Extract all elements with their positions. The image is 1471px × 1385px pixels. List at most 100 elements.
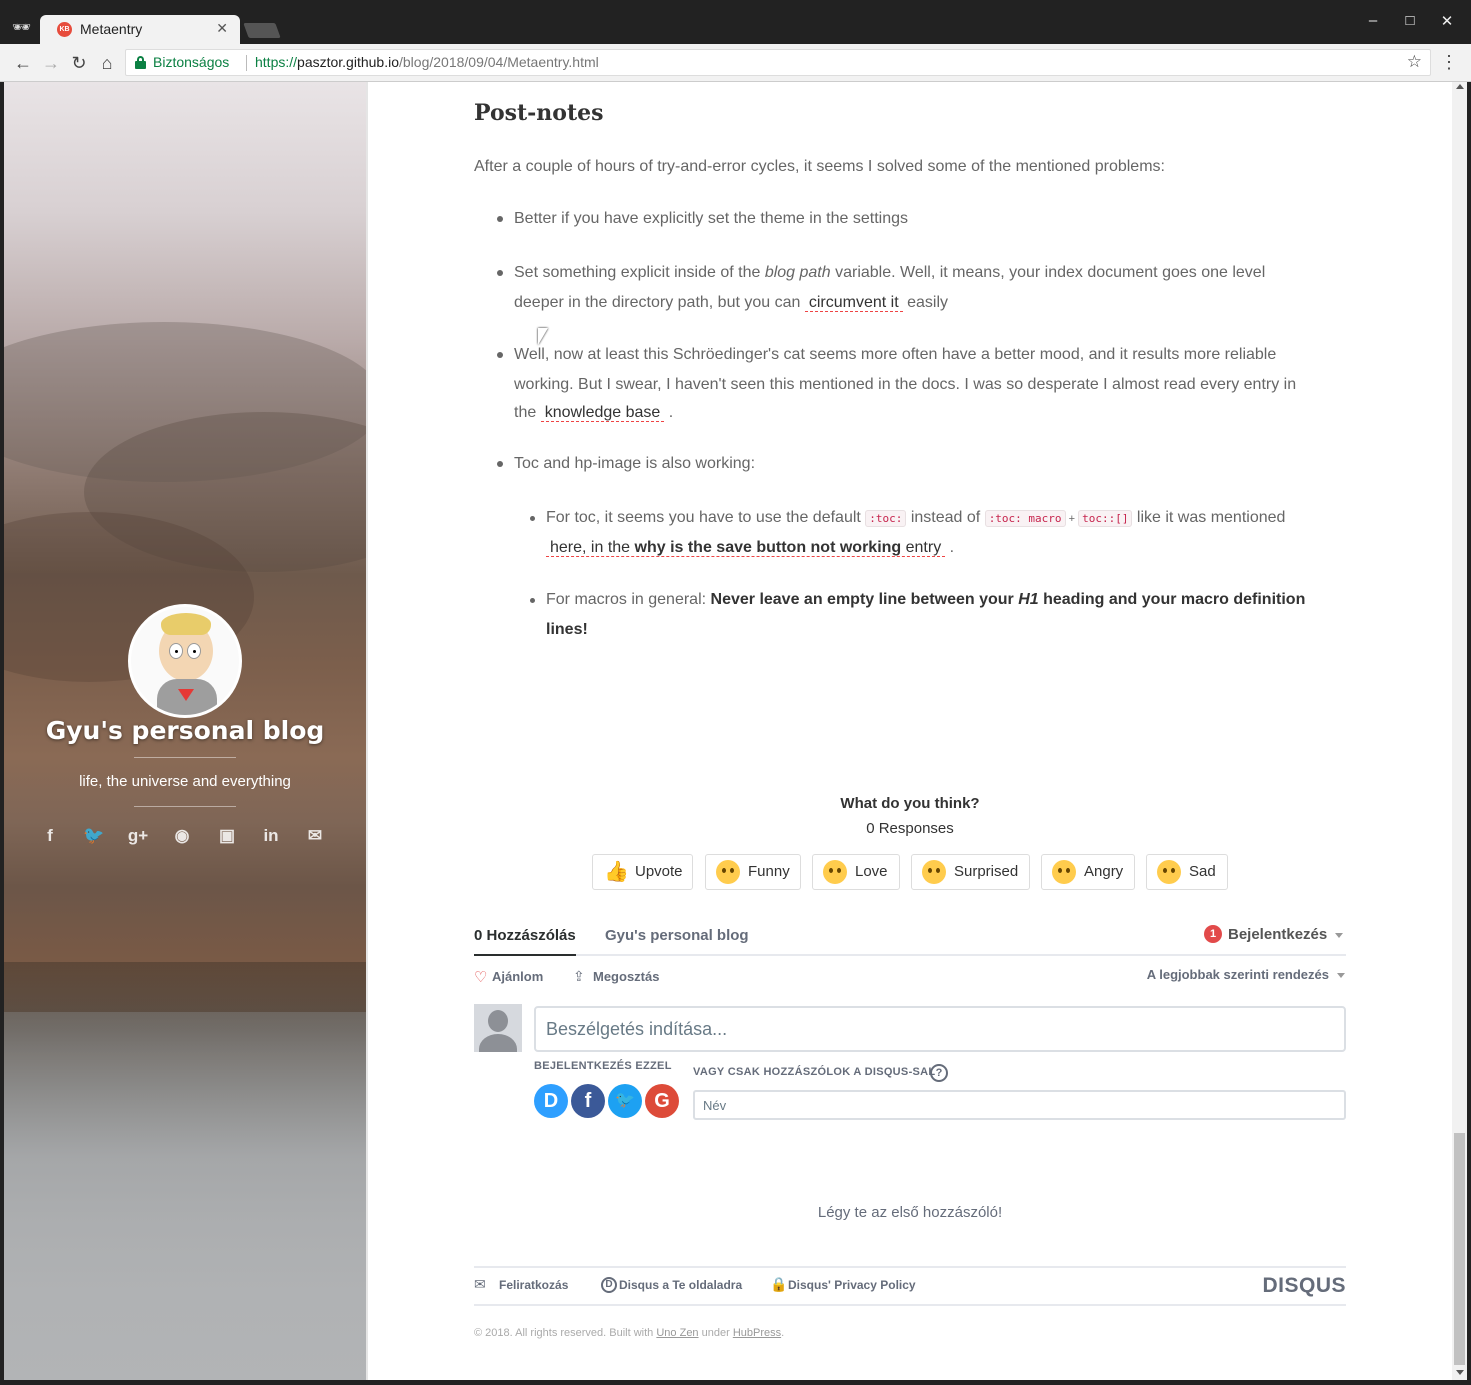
sub-list-item-continuation: lines!	[546, 621, 588, 638]
love-emoji-icon	[823, 860, 847, 884]
disqus-d-icon: D	[601, 1277, 617, 1293]
list-item: Set something explicit inside of the blo…	[514, 264, 1266, 281]
copyright-text: © 2018. All rights reserved. Built with …	[474, 1327, 785, 1339]
minimize-icon[interactable]: –	[1363, 12, 1383, 32]
list-item: Well, now at least this Schröedinger's c…	[514, 346, 1277, 363]
twitter-login-icon[interactable]: 🐦	[608, 1084, 642, 1118]
surprised-emoji-icon	[922, 860, 946, 884]
security-label: Biztonságos	[153, 54, 230, 70]
active-tab-indicator	[474, 954, 576, 956]
reaction-angry-button[interactable]: Angry	[1041, 854, 1135, 890]
divider	[134, 806, 236, 807]
facebook-login-icon[interactable]: f	[571, 1084, 605, 1118]
facebook-icon[interactable]: f	[39, 826, 61, 846]
scrollbar-thumb[interactable]	[1454, 1133, 1465, 1365]
intro-paragraph: After a couple of hours of try-and-error…	[474, 158, 1165, 175]
github-icon[interactable]: ◉	[171, 826, 193, 846]
reaction-surprised-button[interactable]: Surprised	[911, 854, 1030, 890]
email-icon[interactable]: ✉	[304, 826, 326, 846]
comment-input[interactable]: Beszélgetés indítása...	[534, 1006, 1346, 1052]
subscribe-link[interactable]: Feliratkozás	[499, 1278, 568, 1292]
mouse-cursor-icon	[538, 328, 548, 345]
notification-badge[interactable]: 1	[1204, 925, 1222, 943]
close-tab-icon[interactable]: ✕	[216, 20, 228, 37]
window-frame	[0, 1380, 1471, 1385]
window-frame	[0, 82, 4, 1385]
recommend-button[interactable]: Ajánlom	[492, 969, 543, 984]
blog-title[interactable]: Gyu's personal blog	[4, 716, 366, 745]
blog-tagline: life, the universe and everything	[79, 773, 291, 790]
login-with-label: BEJELENTKEZÉS EZZEL	[534, 1060, 672, 1072]
new-tab-button[interactable]	[243, 23, 281, 38]
bookmark-star-icon[interactable]: ☆	[1407, 52, 1422, 72]
thumbs-up-icon: 👍	[604, 861, 629, 883]
reload-icon[interactable]: ↻	[68, 52, 90, 74]
scroll-up-icon[interactable]	[1456, 84, 1464, 89]
linkedin-icon[interactable]: in	[260, 826, 282, 846]
sub-list-item: For macros in general: Never leave an em…	[546, 591, 1306, 608]
list-item: Better if you have explicitly set the th…	[514, 210, 908, 227]
section-heading: Post-notes	[474, 100, 604, 126]
close-window-icon[interactable]: ✕	[1437, 12, 1457, 32]
list-bullet	[530, 516, 535, 521]
reaction-sad-button[interactable]: Sad	[1146, 854, 1228, 890]
scrollbar[interactable]	[1452, 82, 1467, 1380]
twitter-icon[interactable]: 🐦	[83, 826, 105, 846]
disqus-logo[interactable]: DISQUS	[1262, 1274, 1346, 1298]
list-bullet	[497, 461, 503, 467]
sort-dropdown[interactable]: A legjobbak szerinti rendezés	[1147, 967, 1345, 982]
user-avatar	[474, 1004, 522, 1052]
add-disqus-link[interactable]: Disqus a Te oldaladra	[619, 1278, 742, 1292]
disqus-login-icon[interactable]: D	[534, 1084, 568, 1118]
heart-icon[interactable]: ♡	[474, 968, 487, 986]
incognito-icon: 🕶	[12, 19, 32, 36]
circumvent-link[interactable]: circumvent it	[804, 294, 903, 312]
scroll-down-icon[interactable]	[1456, 1370, 1464, 1375]
lock-icon	[135, 56, 146, 69]
disqus-tabs: 0 Hozzászólás Gyu's personal blog 1 Beje…	[474, 925, 1346, 956]
browser-menu-icon[interactable]: ⋮	[1440, 52, 1458, 73]
browser-titlebar: 🕶 KB Metaentry ✕ – □ ✕	[0, 0, 1471, 44]
forward-icon[interactable]: →	[40, 52, 62, 74]
platform-link[interactable]: HubPress	[733, 1327, 781, 1339]
divider	[134, 757, 236, 758]
funny-emoji-icon	[716, 860, 740, 884]
tab-comments[interactable]: 0 Hozzászólás	[474, 927, 576, 944]
inline-code: toc::[]	[1078, 510, 1133, 527]
login-dropdown[interactable]: Bejelentkezés	[1228, 926, 1344, 943]
reaction-upvote-button[interactable]: 👍 Upvote	[592, 854, 693, 890]
reactions-count: 0 Responses	[866, 820, 954, 837]
main-content: Post-notes After a couple of hours of tr…	[366, 82, 1452, 1380]
instagram-icon[interactable]: ▣	[216, 826, 238, 846]
reaction-love-button[interactable]: Love	[812, 854, 900, 890]
sub-list-item-continuation: here, in the why is the save button not …	[546, 533, 954, 563]
home-icon[interactable]: ⌂	[96, 52, 118, 74]
google-plus-icon[interactable]: g+	[127, 826, 149, 846]
privacy-policy-link[interactable]: Disqus' Privacy Policy	[788, 1278, 916, 1292]
share-icon[interactable]: ⇪	[573, 968, 585, 985]
url-text[interactable]: https://pasztor.github.io/blog/2018/09/0…	[255, 54, 599, 70]
list-item-continuation: deeper in the directory path, but you ca…	[514, 294, 949, 312]
tab-community[interactable]: Gyu's personal blog	[605, 927, 749, 944]
back-icon[interactable]: ←	[12, 52, 34, 74]
share-button[interactable]: Megosztás	[593, 969, 659, 984]
knowledge-base-link[interactable]: knowledge base	[540, 404, 665, 422]
save-button-entry-link[interactable]: here, in the why is the save button not …	[546, 539, 946, 557]
theme-link[interactable]: Uno Zen	[656, 1327, 698, 1339]
help-icon[interactable]: ?	[930, 1064, 948, 1082]
sub-list-item: For toc, it seems you have to use the de…	[546, 509, 1286, 527]
list-bullet	[497, 352, 503, 358]
reactions-question: What do you think?	[840, 795, 980, 812]
inline-code: :toc: macro	[984, 510, 1066, 527]
divider	[246, 55, 247, 71]
empty-comments-message: Légy te az első hozzászóló!	[817, 1204, 1003, 1221]
browser-tab[interactable]: KB Metaentry ✕	[40, 15, 240, 44]
name-field[interactable]: Név	[693, 1090, 1346, 1120]
author-avatar[interactable]	[128, 604, 242, 718]
maximize-icon[interactable]: □	[1400, 12, 1420, 32]
reaction-funny-button[interactable]: Funny	[705, 854, 801, 890]
google-login-icon[interactable]: G	[645, 1084, 679, 1118]
list-item-continuation: working. But I swear, I haven't seen thi…	[514, 376, 1297, 393]
inline-code: :toc:	[865, 510, 907, 527]
address-bar[interactable]: Biztonságos https://pasztor.github.io/bl…	[125, 49, 1431, 76]
